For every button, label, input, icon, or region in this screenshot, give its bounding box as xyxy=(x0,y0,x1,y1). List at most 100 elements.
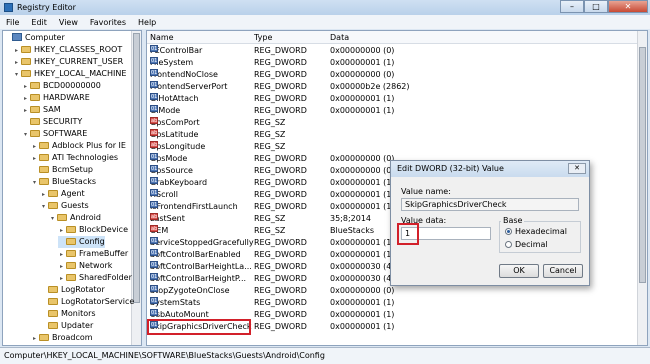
column-header-type[interactable]: Type xyxy=(251,31,327,44)
dword-value-icon: 01 xyxy=(150,177,158,184)
menu-item-help[interactable]: Help xyxy=(132,18,162,27)
dword-value-icon: 01 xyxy=(150,273,158,280)
tree-item[interactable]: ▾ SOFTWARE xyxy=(22,128,87,140)
value-row[interactable]: ab GpsLongitude REG_SZ xyxy=(147,141,637,153)
dword-value-icon: 01 xyxy=(150,153,158,160)
menu-item-view[interactable]: View xyxy=(53,18,84,27)
value-type-cell: REG_DWORD xyxy=(254,262,307,271)
tree-item[interactable]: ▸ BlockDevice xyxy=(58,224,128,236)
values-vertical-scrollbar[interactable] xyxy=(637,31,647,345)
tree-item[interactable]: Updater xyxy=(40,320,93,332)
value-row[interactable]: 01 FrontendServerPort REG_DWORD 0x00000b2e … xyxy=(147,81,637,93)
tree-item[interactable]: ▸ Agent xyxy=(40,188,85,200)
tree-scroll-thumb[interactable] xyxy=(133,33,140,303)
value-row[interactable]: 01 GlMode REG_DWORD 0x00000001 (1) xyxy=(147,105,637,117)
folder-icon xyxy=(21,57,31,65)
tree-item-label: BlockDevice xyxy=(79,225,128,234)
value-row[interactable]: 01 SystemStats REG_DWORD 0x00000001 (1) xyxy=(147,297,637,309)
tree-item[interactable]: ▾ BlueStacks xyxy=(31,176,96,188)
values-scroll-thumb[interactable] xyxy=(639,47,646,283)
value-row[interactable]: 01 GlHotAttach REG_DWORD 0x00000001 (1) xyxy=(147,93,637,105)
tree-item[interactable]: LogRotator xyxy=(40,284,105,296)
tree-item[interactable]: SECURITY xyxy=(22,116,82,128)
tree-item-label: SAM xyxy=(43,105,61,114)
value-name-cell: 01 FrontendNoClose xyxy=(150,69,218,81)
menu-item-file[interactable]: File xyxy=(0,18,25,27)
collapse-arrow-icon[interactable]: ▾ xyxy=(49,213,56,225)
tree-item[interactable]: ▸ HKEY_CLASSES_ROOT xyxy=(13,44,122,56)
tree-item[interactable]: ▸ SharedFolder xyxy=(58,272,132,284)
value-name-cell: ab GpsComPort xyxy=(150,117,200,129)
cancel-button[interactable]: Cancel xyxy=(543,264,583,278)
tree-item[interactable]: BcmSetup xyxy=(31,164,93,176)
collapse-arrow-icon[interactable]: ▾ xyxy=(40,201,47,213)
folder-icon xyxy=(66,225,76,233)
value-name-cell: 01 FileSystem xyxy=(150,57,193,69)
dialog-close-button[interactable]: ✕ xyxy=(568,163,586,174)
tree-item[interactable]: ▸ Broadcom xyxy=(31,332,93,344)
tree-item[interactable]: ▸ BCD00000000 xyxy=(22,80,101,92)
tree-item[interactable]: Monitors xyxy=(40,308,96,320)
registry-tree[interactable]: Computer ▸ HKEY_CLASSES_ROOT ▸ HKEY_CURRENT_… xyxy=(2,30,142,346)
value-name-field: SkipGraphicsDriverCheck xyxy=(401,198,579,211)
hexadecimal-radio[interactable]: Hexadecimal xyxy=(505,227,567,236)
tree-item[interactable]: ▸ HARDWARE xyxy=(22,92,90,104)
dword-value-icon: 01 xyxy=(150,309,158,316)
tree-item[interactable]: ▸ SAM xyxy=(22,104,61,116)
tree-item[interactable]: ▸ Adblock Plus for IE xyxy=(31,140,126,152)
tree-item[interactable]: Config xyxy=(58,236,105,248)
tree-item[interactable]: ▸ FrameBuffer xyxy=(58,248,128,260)
expand-arrow-icon[interactable]: ▸ xyxy=(31,333,38,345)
collapse-arrow-icon[interactable]: ▾ xyxy=(31,177,38,189)
tree-item[interactable]: ▾ Android xyxy=(49,212,101,224)
tree-item[interactable]: LogRotatorService xyxy=(40,296,134,308)
tree-item[interactable]: ▸ ATI Technologies xyxy=(31,152,118,164)
value-name-text: GrabKeyboard xyxy=(150,178,208,187)
tree-item[interactable]: ▸ Network xyxy=(58,260,112,272)
maximize-button[interactable]: □ xyxy=(584,0,608,13)
value-row[interactable]: 01 StopZygoteOnClose REG_DWORD 0x00000000 (… xyxy=(147,285,637,297)
string-value-icon: ab xyxy=(150,213,158,220)
value-row[interactable]: ab GpsComPort REG_SZ xyxy=(147,117,637,129)
value-row[interactable]: 01 FileSystem REG_DWORD 0x00000001 (1) xyxy=(147,57,637,69)
value-name-cell: ab OEM xyxy=(150,225,168,237)
dword-value-icon: 01 xyxy=(150,201,158,208)
folder-icon xyxy=(21,69,31,77)
value-data-cell: 0x00000001 (1) xyxy=(330,190,395,199)
collapse-arrow-icon[interactable]: ▾ xyxy=(22,129,29,141)
tree-item[interactable]: Computer xyxy=(4,32,65,44)
value-row[interactable]: ab GpsLatitude REG_SZ xyxy=(147,129,637,141)
folder-icon xyxy=(39,141,49,149)
tree-item[interactable]: ▸ HKEY_CURRENT_USER xyxy=(13,56,123,68)
value-data-cell: BlueStacks xyxy=(330,226,375,235)
tree-item[interactable]: ▾ HKEY_LOCAL_MACHINE xyxy=(13,68,126,80)
column-header-name[interactable]: Name xyxy=(147,31,251,44)
value-row[interactable]: 01 FEControlBar REG_DWORD 0x00000000 (0) xyxy=(147,45,637,57)
value-name-text: SoftControlBarEnabled xyxy=(150,250,241,259)
ok-button[interactable]: OK xyxy=(499,264,539,278)
column-header-data[interactable]: Data xyxy=(327,31,639,44)
value-data-highlight xyxy=(397,223,419,245)
value-type-cell: REG_SZ xyxy=(254,226,286,235)
minimize-button[interactable]: – xyxy=(560,0,584,13)
dword-value-icon: 01 xyxy=(150,69,158,76)
collapse-arrow-icon[interactable]: ▾ xyxy=(13,69,20,81)
value-name-text: GpsLongitude xyxy=(150,142,206,151)
folder-icon xyxy=(48,189,58,197)
folder-icon xyxy=(48,297,58,305)
tree-item[interactable]: ▾ Guests xyxy=(40,200,89,212)
dword-value-icon: 01 xyxy=(150,93,158,100)
tree-item-label: HKEY_LOCAL_MACHINE xyxy=(34,69,127,78)
value-data-cell: 0x00000000 (0) xyxy=(330,70,395,79)
menu-item-edit[interactable]: Edit xyxy=(25,18,53,27)
decimal-radio[interactable]: Decimal xyxy=(505,240,548,249)
close-button[interactable]: ✕ xyxy=(608,0,648,13)
value-name-cell: 01 GpsSource xyxy=(150,165,193,177)
menu-item-favorites[interactable]: Favorites xyxy=(84,18,132,27)
value-name-cell: 01 GrabKeyboard xyxy=(150,177,207,189)
value-name-cell: 01 StopZygoteOnClose xyxy=(150,285,230,297)
value-row[interactable]: 01 FrontendNoClose REG_DWORD 0x00000000 (0) xyxy=(147,69,637,81)
tree-item-label: Adblock Plus for IE xyxy=(52,141,126,150)
value-data-cell: 0x00000000 (0) xyxy=(330,286,395,295)
tree-item-label: Broadcom xyxy=(52,333,93,342)
